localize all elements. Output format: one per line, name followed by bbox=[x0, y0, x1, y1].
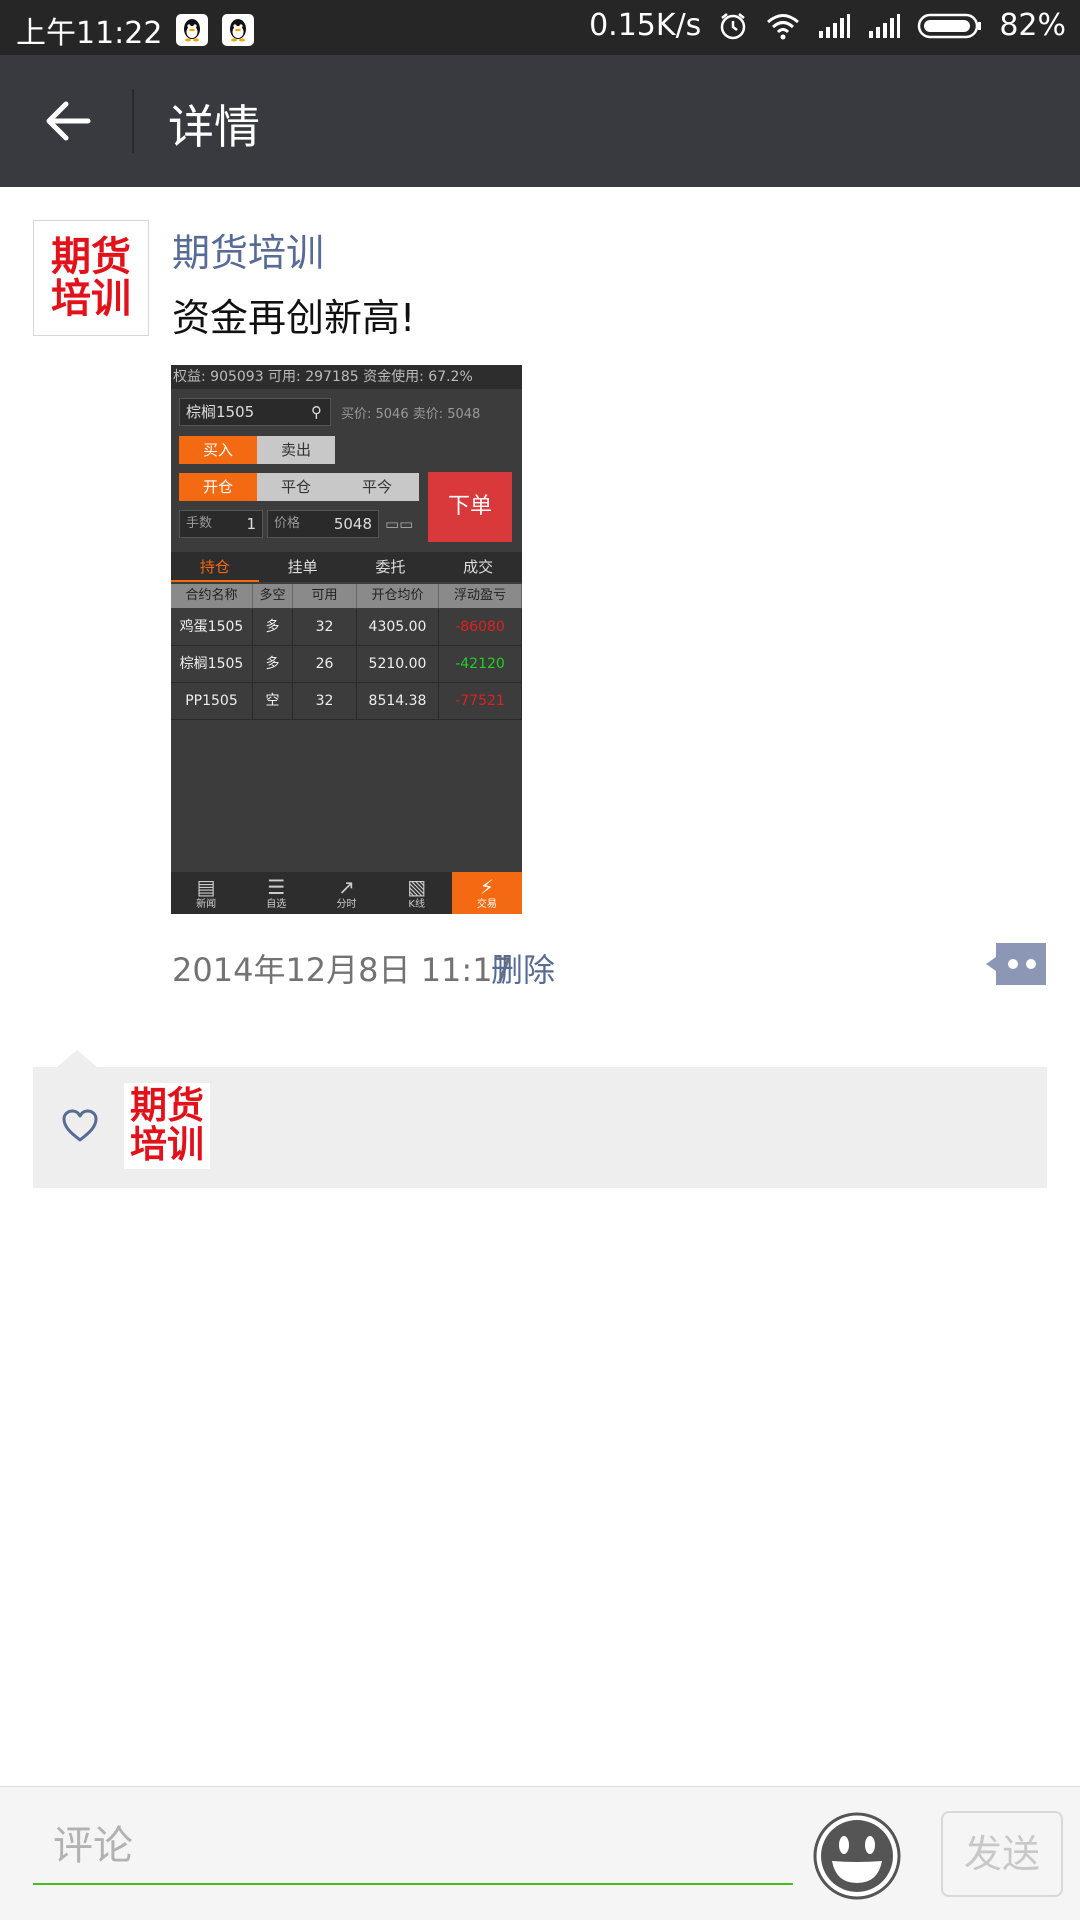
contract-search: 棕榈1505 ⚲ bbox=[179, 398, 331, 426]
close-tab: 平仓 bbox=[257, 473, 335, 501]
qq-icon bbox=[222, 14, 255, 46]
line-chart-icon: ↗ bbox=[338, 875, 355, 899]
position-table: 鸡蛋1505 多 32 4305.00 -86080 棕榈1505 多 26 5… bbox=[171, 609, 522, 720]
like-panel-arrow bbox=[57, 1050, 97, 1067]
open-tab: 开仓 bbox=[179, 473, 257, 501]
page-title: 详情 bbox=[168, 100, 260, 154]
close-today-tab: 平今 bbox=[335, 473, 419, 501]
avatar-logo-text: 期货 bbox=[130, 1084, 204, 1128]
tab-trades: 成交 bbox=[463, 558, 494, 576]
post-time: 2014年12月8日 11:17 bbox=[172, 951, 513, 989]
nav-timeshare: ↗ 分时 bbox=[311, 872, 381, 914]
alarm-icon bbox=[721, 12, 746, 39]
sell-tab: 卖出 bbox=[257, 436, 335, 464]
price-field: 价格 5048 bbox=[267, 510, 379, 538]
smiley-icon[interactable] bbox=[812, 1811, 902, 1901]
app-bar: 详情 bbox=[0, 55, 1080, 187]
nav-watchlist: ☰ 自选 bbox=[241, 872, 311, 914]
trading-bottom-nav: ▤ 新闻 ☰ 自选 ↗ 分时 ▧ K线 ⚡ 交易 bbox=[171, 872, 522, 914]
qty-field: 手数 1 bbox=[179, 510, 263, 538]
candlestick-icon: ▧ bbox=[407, 875, 427, 899]
nav-trade: ⚡ 交易 bbox=[451, 872, 522, 914]
battery-icon bbox=[918, 13, 982, 38]
buy-tab: 买入 bbox=[179, 436, 257, 464]
link-icon: ▭▭ bbox=[385, 515, 414, 533]
comment-input[interactable]: 评论 bbox=[33, 1807, 793, 1885]
author-name[interactable]: 期货培训 bbox=[172, 222, 324, 277]
post-text: 资金再创新高! bbox=[172, 296, 416, 340]
tab-pending: 挂单 bbox=[287, 558, 318, 576]
heart-outline-icon bbox=[62, 1109, 98, 1142]
comment-bar: 评论 发送 bbox=[0, 1786, 1080, 1920]
table-header: 合约名称 多空 可用 开仓均价 浮动盈亏 bbox=[171, 584, 522, 608]
battery-level: 82% bbox=[999, 8, 1066, 43]
signal-icon bbox=[819, 13, 851, 38]
post-image[interactable]: 权益: 905093 可用: 297185 资金使用: 67.2% 棕榈1505… bbox=[171, 365, 522, 914]
table-row: 棕榈1505 多 26 5210.00 -42120 bbox=[171, 646, 522, 683]
avatar-logo-text: 培训 bbox=[130, 1123, 204, 1166]
avatar-logo-text: 期货 bbox=[51, 234, 131, 280]
liker-avatar[interactable]: 期货 培训 bbox=[124, 1083, 210, 1169]
signal-icon bbox=[869, 13, 901, 38]
search-icon: ⚲ bbox=[311, 403, 322, 421]
quote-text: 买价: 5046 卖价: 5048 bbox=[341, 407, 481, 422]
news-icon: ▤ bbox=[196, 875, 216, 899]
wifi-icon bbox=[767, 13, 800, 39]
net-speed: 0.15K/s bbox=[589, 8, 702, 43]
qq-icon bbox=[176, 14, 209, 46]
status-bar: 上午11:22 0.15K/s 82% bbox=[0, 0, 1080, 55]
arrow-left-icon[interactable] bbox=[40, 93, 96, 149]
order-button: 下单 bbox=[428, 472, 512, 542]
avatar-logo-text: 培训 bbox=[51, 276, 131, 322]
nav-news: ▤ 新闻 bbox=[171, 872, 241, 914]
lightning-icon: ⚡ bbox=[479, 875, 494, 899]
account-info: 权益: 905093 可用: 297185 资金使用: 67.2% bbox=[171, 365, 522, 389]
delete-link[interactable]: 删除 bbox=[491, 945, 555, 991]
nav-kline: ▧ K线 bbox=[382, 872, 452, 914]
author-avatar[interactable]: 期货 培训 bbox=[33, 220, 149, 336]
header-divider bbox=[132, 89, 134, 153]
tab-positions: 持仓 bbox=[171, 552, 259, 582]
list-icon: ☰ bbox=[267, 875, 286, 899]
likes-panel: 期货 培训 bbox=[33, 1067, 1047, 1188]
send-button[interactable]: 发送 bbox=[941, 1811, 1063, 1897]
table-row: 鸡蛋1505 多 32 4305.00 -86080 bbox=[171, 609, 522, 646]
status-time: 上午11:22 bbox=[16, 16, 163, 51]
tab-orders: 委托 bbox=[375, 558, 406, 576]
comment-more-icon[interactable] bbox=[986, 943, 1046, 985]
position-tabs: 持仓 挂单 委托 成交 bbox=[171, 552, 522, 582]
table-row: PP1505 空 32 8514.38 -77521 bbox=[171, 683, 522, 720]
